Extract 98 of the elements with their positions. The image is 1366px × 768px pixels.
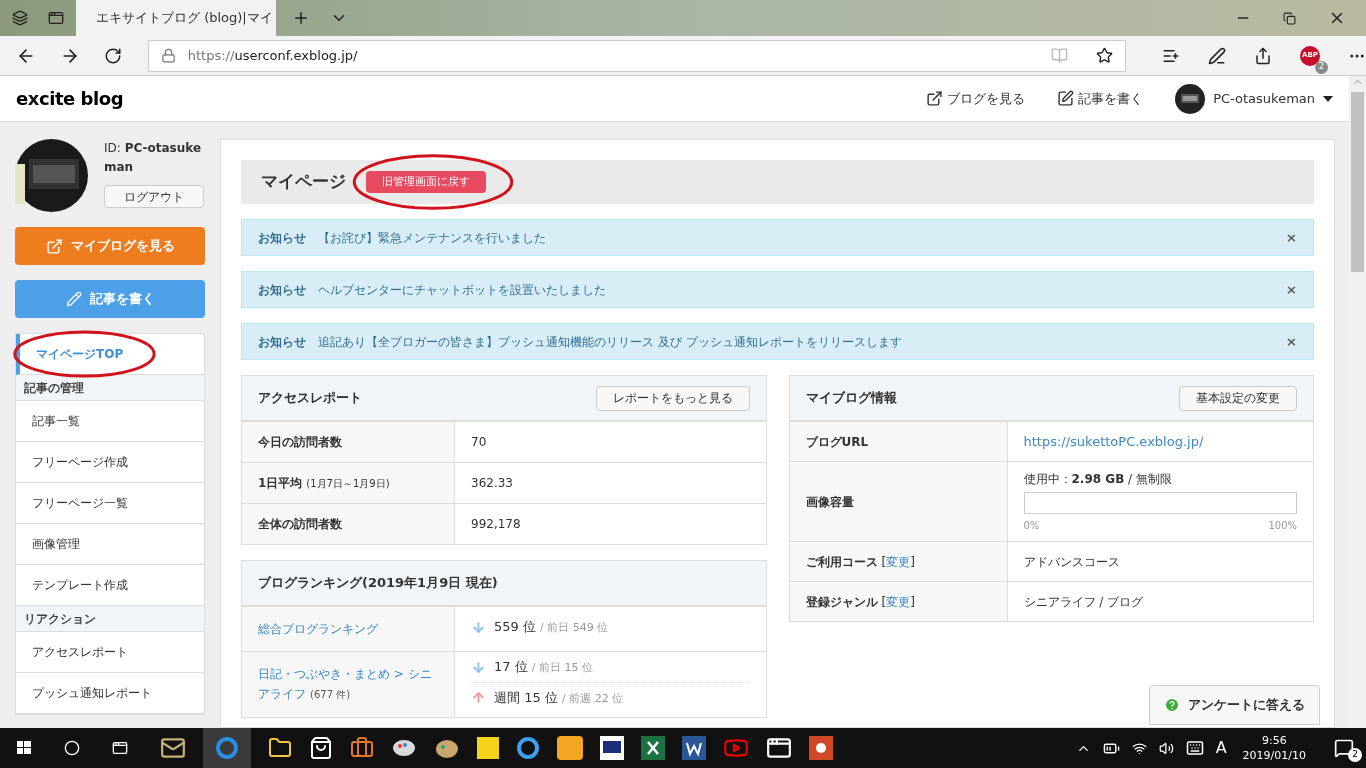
notice-label: お知らせ (258, 229, 306, 247)
new-tab-icon[interactable] (292, 9, 310, 27)
browser-tab[interactable]: エキサイトブログ (blog)|マイ (76, 0, 276, 36)
bracket: ] (910, 553, 915, 571)
sidebar-item[interactable]: アクセスレポート (16, 632, 204, 673)
rank-text: 週間 15 位 / 前週 22 位 (494, 688, 624, 707)
close-button[interactable]: × (1286, 331, 1297, 352)
notification-icon[interactable] (1334, 738, 1354, 758)
bracket: [ (881, 553, 887, 571)
panel-title: アクセスレポート (258, 389, 362, 408)
folder-icon[interactable] (268, 736, 292, 760)
user-name[interactable]: PC-otasukeman (1213, 88, 1315, 109)
row-label: ご利用コース [変更] (789, 542, 1008, 581)
rank-text: 17 位 / 前日 15 位 (494, 658, 594, 677)
old-admin-button[interactable]: 旧管理画面に戻す (366, 171, 486, 193)
sidebar-item[interactable]: フリーページ作成 (16, 442, 204, 483)
row-value: アドバンスコース (1022, 553, 1121, 571)
bracket: ] (910, 593, 915, 611)
panel-title: ブログランキング(2019年1月9日 現在) (258, 574, 498, 593)
site-logo[interactable]: excite blog (16, 85, 124, 112)
scale-max: 100% (1268, 519, 1297, 533)
notification-badge: 2 (1348, 748, 1362, 762)
panel-title: マイブログ情報 (805, 389, 897, 408)
scrollbar-thumb[interactable] (1351, 92, 1364, 272)
row-label: 画像容量 (789, 462, 1008, 541)
excel-icon[interactable] (641, 736, 665, 760)
sidebar-item[interactable]: 記事一覧 (16, 401, 204, 442)
rank-text: 559 位 / 前日 549 位 (494, 618, 609, 637)
notice-text[interactable]: 【お詫び】緊急メンテナンスを行いました (318, 228, 1287, 247)
window-icon[interactable] (766, 735, 792, 761)
help-icon (1164, 697, 1180, 713)
pen-icon[interactable] (1208, 46, 1226, 65)
external-link-icon (926, 90, 944, 107)
store-icon[interactable] (309, 736, 333, 760)
user-avatar[interactable] (1175, 83, 1206, 114)
app-icon[interactable] (600, 736, 624, 760)
panel-button[interactable]: 基本設定の変更 (1179, 385, 1297, 411)
row-label: ブログURL (789, 422, 1008, 461)
share-icon[interactable] (1254, 46, 1272, 65)
logout-button[interactable]: ログアウト (104, 185, 204, 208)
taskbar-app-icon[interactable] (160, 735, 186, 761)
header-link[interactable]: 記事を書く (1057, 88, 1144, 109)
row-value: 992,178 (470, 516, 522, 533)
arrow-down-icon (471, 659, 486, 675)
survey-button[interactable]: アンケートに答える (1149, 685, 1320, 725)
row-value: 362.33 (470, 475, 514, 492)
clock-time[interactable]: 9:56 (1261, 733, 1287, 748)
blog-url-link[interactable]: https://sukettoPC.exblog.jp/ (1023, 431, 1204, 452)
browser-app-icon[interactable] (203, 728, 251, 768)
sidebar-item[interactable]: 画像管理 (16, 524, 204, 565)
storage-usage: 使用中：2.98 GB / 無制限 (1023, 471, 1173, 488)
word-icon[interactable] (682, 736, 706, 760)
notice-label: お知らせ (258, 281, 306, 299)
change-link[interactable]: 変更 (886, 592, 911, 611)
favorite-star-icon[interactable] (1096, 47, 1113, 64)
edit-icon (1057, 90, 1075, 107)
toolbox-icon[interactable] (350, 736, 374, 760)
badge: 2 (1315, 60, 1328, 74)
tabs-aside-icon[interactable] (48, 10, 64, 26)
menu-heading: 記事の管理 (16, 375, 204, 401)
wifi-icon[interactable] (1131, 740, 1147, 756)
notice-text[interactable]: 追記あり【全ブロガーの皆さま】プッシュ通知機能のリリース 及び プッシュ通知レポートをリリースします (318, 332, 1287, 351)
sidebar-item[interactable]: フリーページ一覧 (16, 483, 204, 524)
scale-min: 0% (1023, 519, 1040, 533)
caret-icon[interactable] (1323, 95, 1333, 102)
bracket: [ (881, 593, 887, 611)
task-view-icon[interactable] (112, 740, 128, 756)
user-id: ID: PC-otasukeman (104, 140, 203, 176)
volume-icon[interactable] (1158, 740, 1174, 756)
notice-label: お知らせ (258, 333, 306, 351)
page-title: マイページ (261, 170, 346, 194)
refresh-icon[interactable] (104, 46, 122, 65)
clock-date[interactable]: 2019/01/10 (1242, 748, 1306, 763)
url-text: https://userconf.exblog.jp/ (187, 46, 359, 65)
pencil-icon (65, 291, 82, 307)
row-label: 今日の訪問者数 (242, 422, 455, 462)
ime-indicator[interactable]: A (1215, 736, 1227, 760)
arrow-down-icon (471, 619, 486, 635)
address-field[interactable]: https://userconf.exblog.jp/ (147, 39, 1126, 72)
keyboard-icon[interactable] (1185, 739, 1204, 757)
change-link[interactable]: 変更 (886, 552, 911, 571)
row-label: 全体の訪問者数 (242, 504, 455, 544)
lock-icon (160, 48, 176, 63)
notice-text[interactable]: ヘルプセンターにチャットボットを設置いたしました (318, 280, 1287, 299)
close-button[interactable]: × (1286, 227, 1297, 248)
menu-heading: リアクション (16, 606, 204, 632)
close-button[interactable]: × (1286, 279, 1297, 300)
tab-title: エキサイトブログ (blog)|マイ (96, 9, 273, 28)
sidebar-item[interactable]: プッシュ通知レポート (16, 673, 204, 714)
external-link-icon (45, 237, 63, 255)
restore-icon[interactable] (1283, 11, 1296, 25)
tab-set-icon[interactable] (12, 10, 28, 26)
panel-button[interactable]: レポートをもっと見る (595, 385, 750, 411)
row-label: 登録ジャンル [変更] (789, 582, 1008, 621)
row-label: 1日平均 (1月7日～1月9日) (242, 463, 455, 503)
row-value: シニアライフ / ブログ (1022, 593, 1145, 611)
header-link[interactable]: ブログを見る (926, 88, 1026, 109)
row-value: 70 (470, 434, 488, 451)
